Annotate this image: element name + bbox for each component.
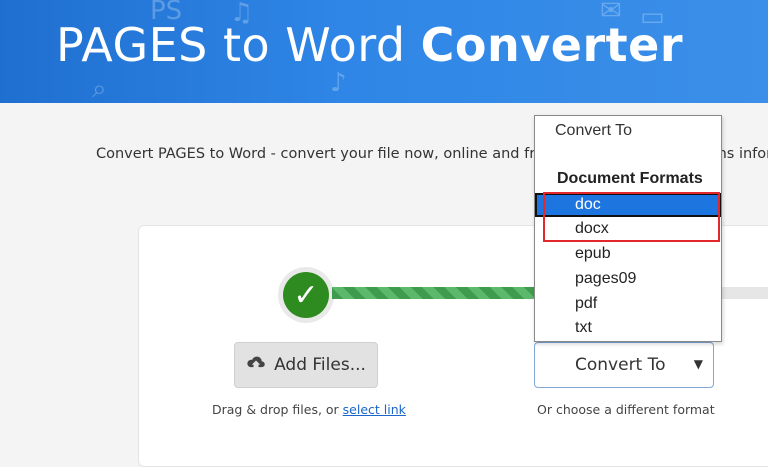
select-link[interactable]: select link (343, 402, 406, 417)
choose-format-hint: Or choose a different format (537, 402, 715, 417)
option-txt[interactable]: txt (535, 316, 721, 340)
dropdown-group-label: Document Formats (557, 170, 703, 187)
title-bold: Converter (420, 18, 684, 72)
drag-drop-text: Drag & drop files, or (212, 402, 343, 417)
hero-banner: PS ♫ ✉ ▭ ⌕ ♪ PAGES to Word Converter (0, 0, 768, 103)
title-prefix: PAGES to Word (56, 18, 421, 72)
option-docx[interactable]: docx (535, 217, 721, 241)
music-note-icon-2: ♪ (330, 68, 347, 98)
cloud-upload-icon (246, 354, 266, 377)
chevron-down-icon: ▼ (693, 357, 703, 371)
progress-bar-remaining (722, 287, 768, 299)
progress-bar (332, 287, 542, 299)
upload-step-indicator: ✓ (278, 267, 334, 323)
page-title: PAGES to Word Converter (56, 18, 683, 72)
dropdown-header[interactable]: Convert To (555, 122, 741, 146)
format-dropdown[interactable]: Convert To Document Formats doc docx epu… (534, 115, 722, 342)
convert-select-label: Convert To (575, 355, 666, 375)
add-files-button[interactable]: Add Files... (234, 342, 378, 388)
add-files-label: Add Files... (274, 355, 366, 375)
drag-drop-hint: Drag & drop files, or select link (212, 402, 406, 417)
check-icon: ✓ (283, 272, 329, 318)
convert-to-select[interactable]: Convert To ▼ (534, 342, 714, 388)
search-doodle-icon: ⌕ (92, 74, 107, 103)
option-epub[interactable]: epub (535, 242, 721, 266)
option-pdf[interactable]: pdf (535, 292, 721, 316)
option-pages09[interactable]: pages09 (535, 267, 721, 291)
option-doc[interactable]: doc (535, 193, 721, 217)
